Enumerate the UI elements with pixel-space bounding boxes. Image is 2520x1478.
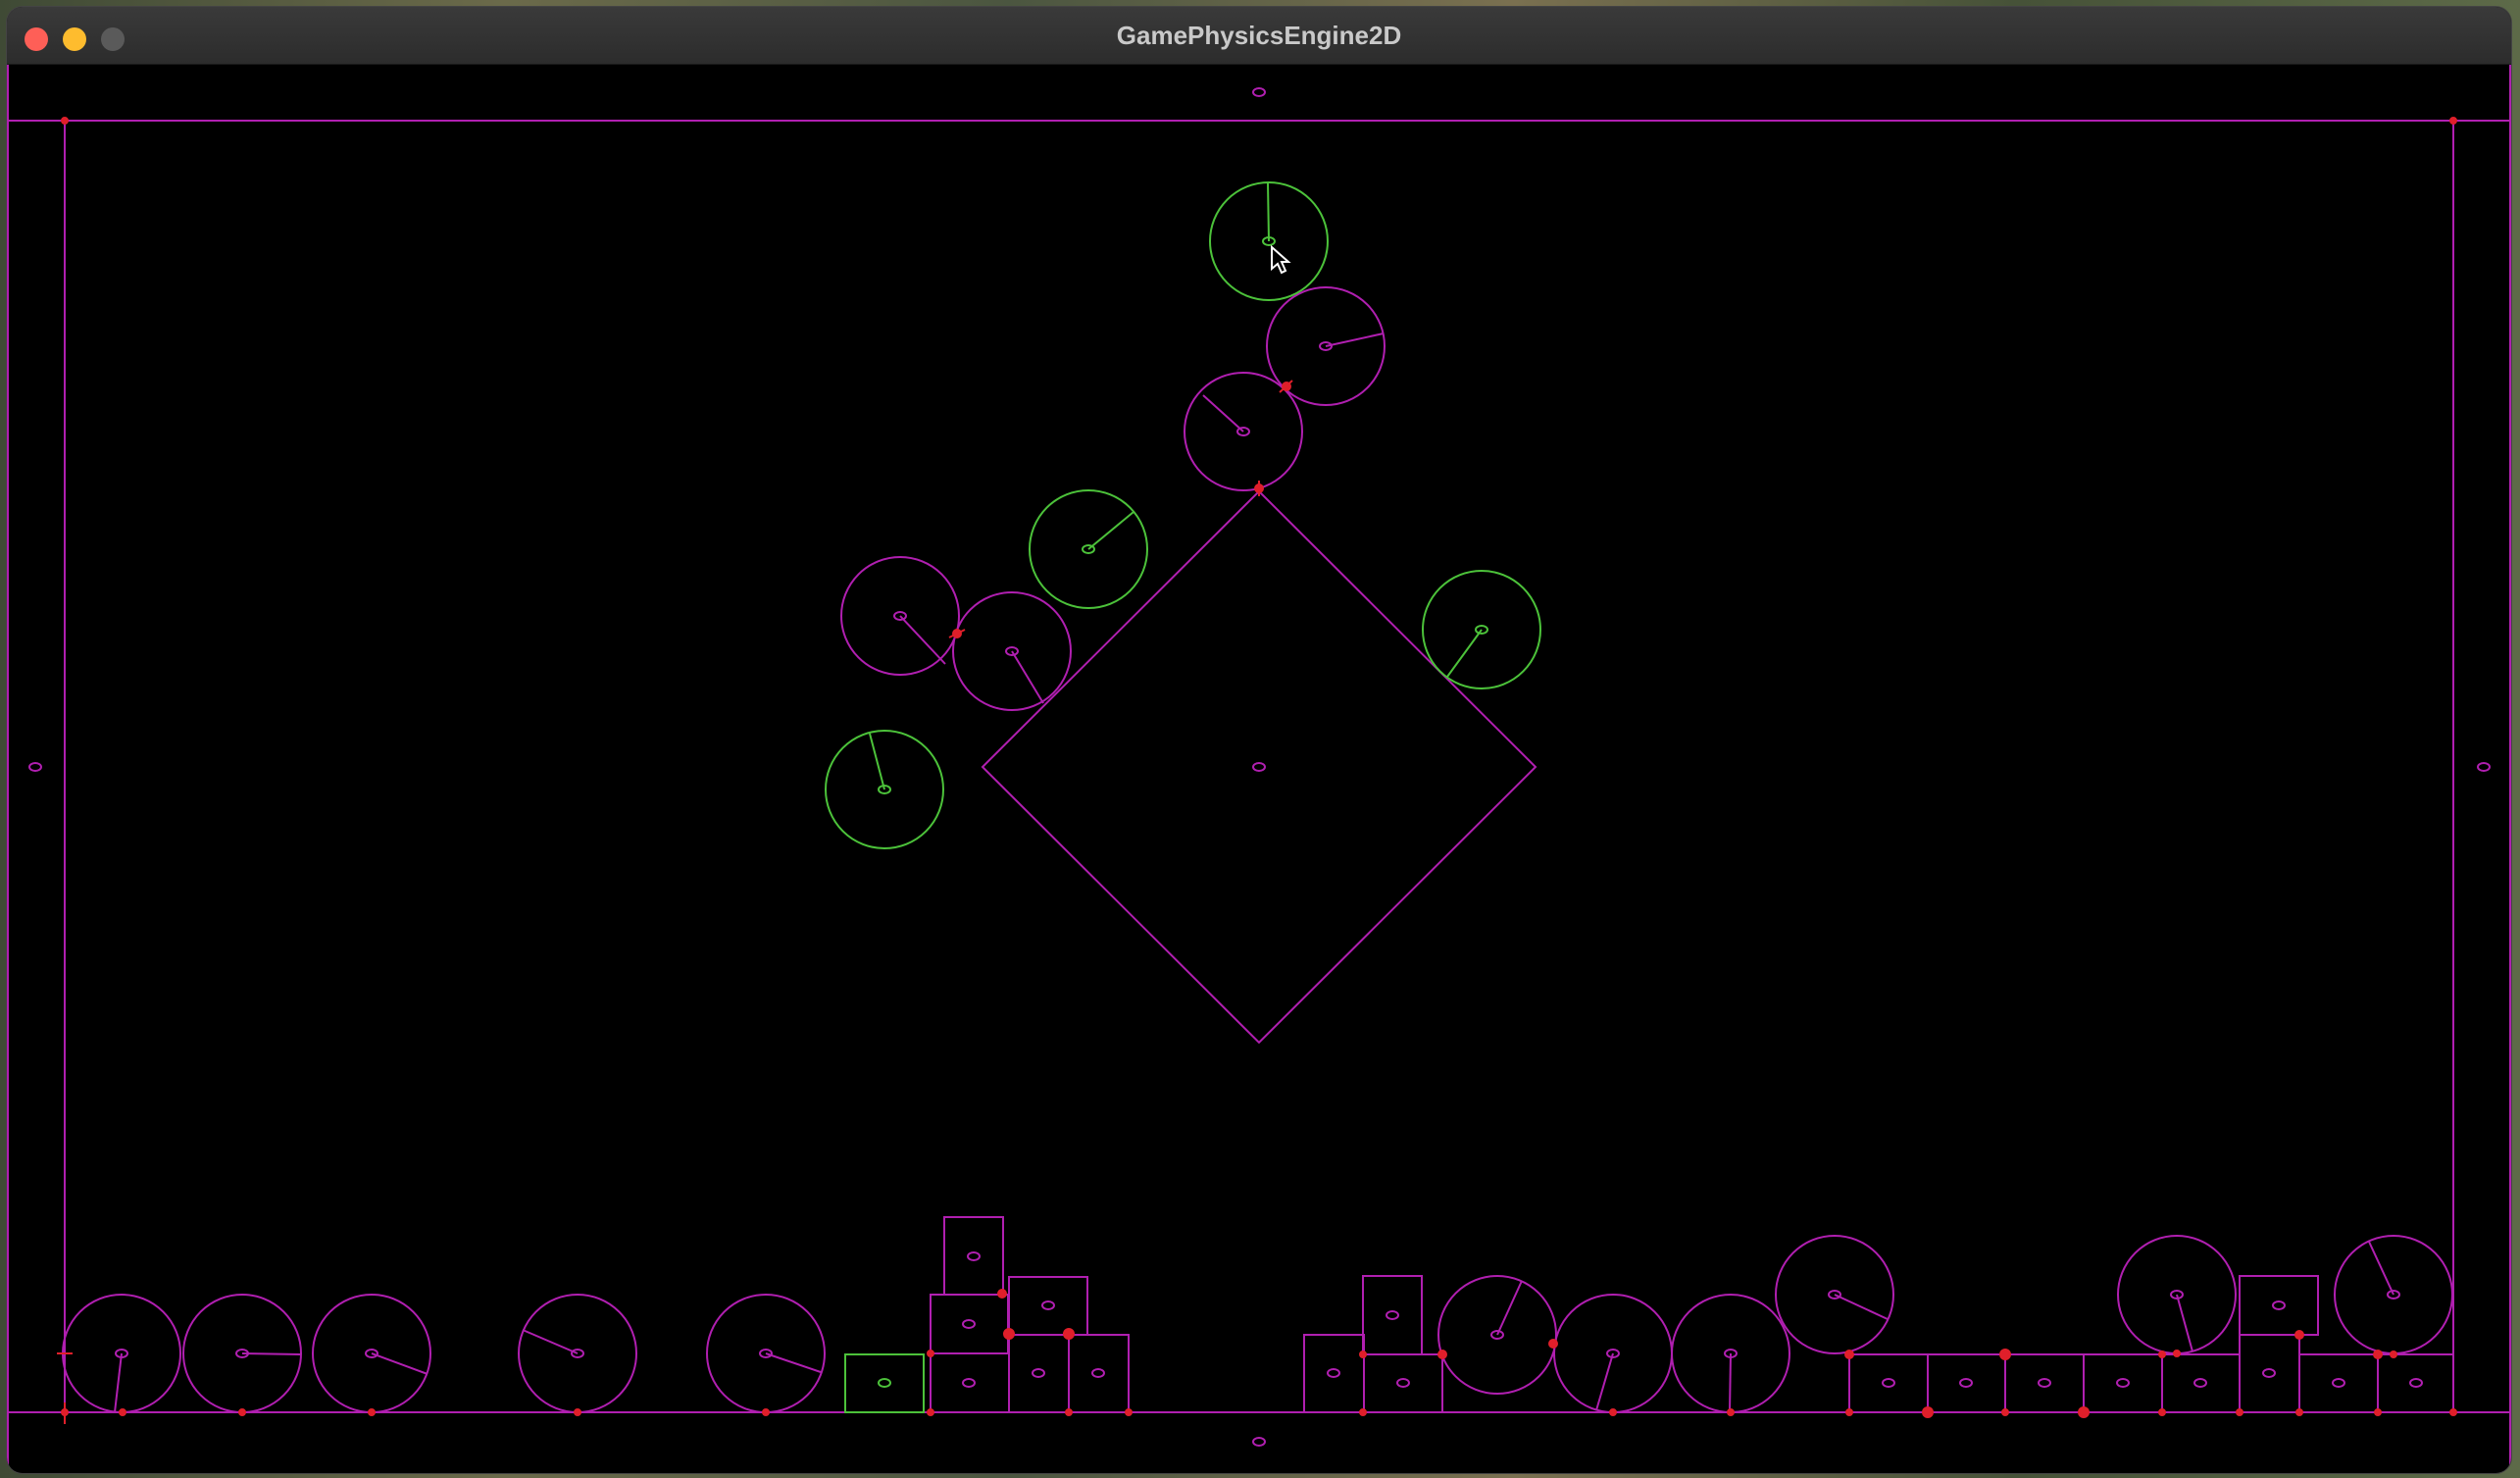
circle-body: [706, 1294, 826, 1413]
body-center: [1252, 1437, 1266, 1447]
box-body: [2239, 1275, 2319, 1336]
title-bar[interactable]: GamePhysicsEngine2D: [7, 7, 2511, 65]
circle-body: [1671, 1294, 1790, 1413]
box-body: [1008, 1276, 1088, 1336]
box-body: [1303, 1334, 1365, 1413]
app-window: GamePhysicsEngine2D: [7, 7, 2511, 1473]
body-center: [1252, 762, 1266, 772]
box-body: [1363, 1353, 1443, 1413]
box-body: [2377, 1353, 2454, 1413]
circle-body: [1437, 1275, 1557, 1395]
circle-body: [62, 1294, 181, 1413]
circle-body: [2117, 1235, 2237, 1354]
window-title: GamePhysicsEngine2D: [1116, 21, 1402, 50]
box-body: [1927, 1353, 2006, 1413]
circle-body: [518, 1294, 637, 1413]
box-body: [1008, 1334, 1070, 1413]
box-body: [2083, 1353, 2163, 1413]
box-body: [1068, 1334, 1130, 1413]
circle-body: [1775, 1235, 1894, 1354]
box-body: [930, 1352, 1010, 1413]
physics-viewport[interactable]: [7, 65, 2511, 1473]
box-body: [930, 1294, 1009, 1354]
circle-body: [312, 1294, 431, 1413]
box-body: [1362, 1275, 1423, 1355]
body-center: [2477, 762, 2491, 772]
box-body: [2239, 1334, 2300, 1413]
circle-body: [1553, 1294, 1673, 1413]
box-body: [2298, 1353, 2379, 1413]
circle-body: [840, 556, 960, 676]
box-body: [2004, 1353, 2085, 1413]
arrow-pointer-icon: [1271, 244, 1291, 275]
body-center: [1252, 87, 1266, 97]
circle-body: [182, 1294, 302, 1413]
body-center: [28, 762, 42, 772]
circle-body-awake: [825, 730, 944, 849]
box-body: [1848, 1353, 1929, 1413]
box-body: [2161, 1353, 2241, 1413]
circle-body: [2334, 1235, 2453, 1354]
circle-body-awake: [1209, 181, 1329, 301]
box-body-awake: [844, 1353, 925, 1413]
circle-body-awake: [1029, 489, 1148, 609]
rotated-box: [981, 489, 1537, 1045]
circle-body-awake: [1422, 570, 1541, 689]
box-body: [943, 1216, 1004, 1296]
circle-body: [952, 591, 1072, 711]
